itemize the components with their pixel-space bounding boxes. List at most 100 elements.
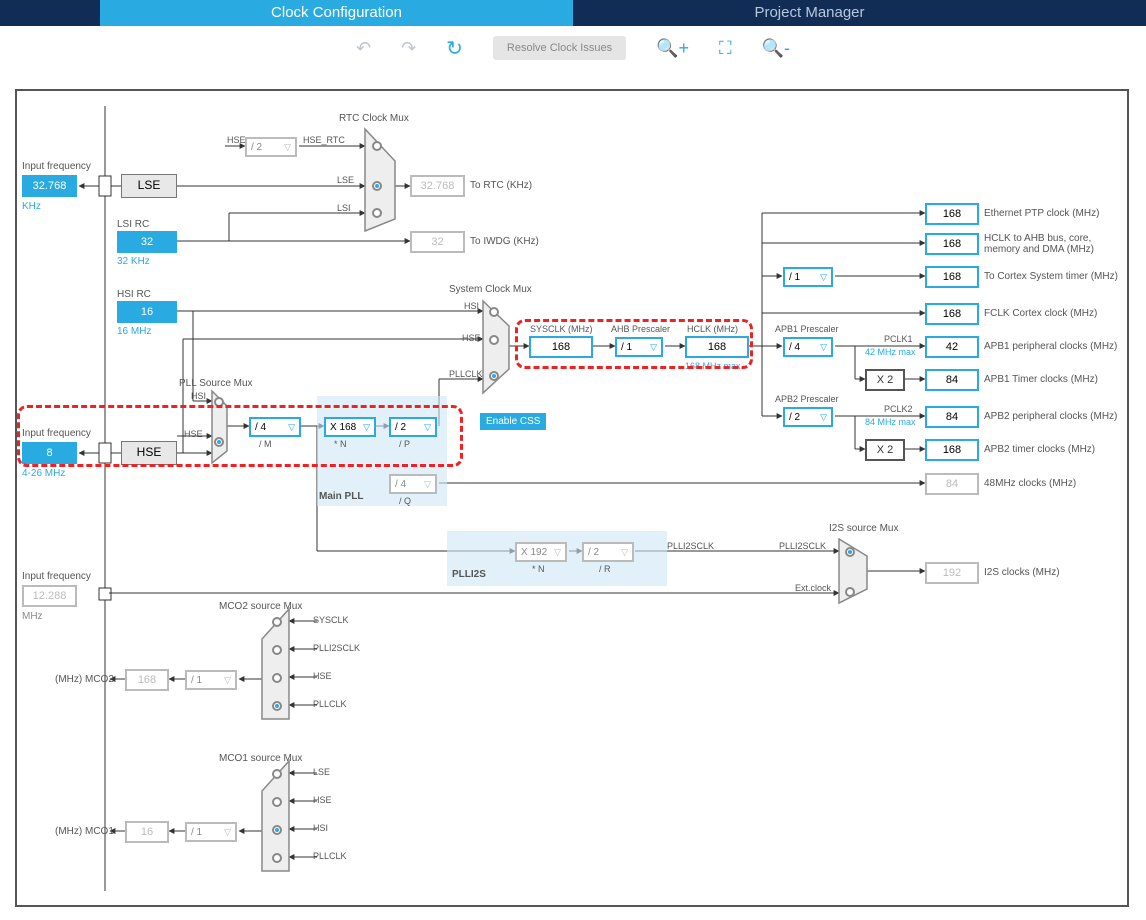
sysclk-value[interactable]: 168 — [529, 336, 593, 358]
sys-hse-radio[interactable] — [489, 335, 499, 345]
apb1-select[interactable]: / 4▽ — [783, 337, 833, 357]
mco2-plli2s-radio[interactable] — [272, 645, 282, 655]
apb2-timer-value: 168 — [925, 439, 979, 461]
main-pll-label: Main PLL — [319, 491, 363, 502]
mco2-pllclk: PLLCLK — [313, 699, 347, 709]
rtc-out-label: To RTC (KHz) — [470, 180, 532, 191]
mco2-out-value: 168 — [125, 669, 169, 691]
tab-project-manager[interactable]: Project Manager — [573, 0, 1046, 26]
mco1-out-value: 16 — [125, 821, 169, 843]
pll-q-select[interactable]: / 4▽ — [389, 474, 437, 494]
rtc-hse: HSE — [227, 135, 246, 145]
iwdg-out-label: To IWDG (KHz) — [470, 236, 539, 247]
hse-input-freq-label: Input frequency — [22, 428, 91, 439]
apb2-label: APB2 Prescaler — [775, 394, 839, 404]
fit-icon[interactable]: ⛶ — [719, 38, 732, 59]
pll-m-select[interactable]: / 4▽ — [249, 417, 301, 437]
eth-ptp-label: Ethernet PTP clock (MHz) — [984, 208, 1099, 219]
eth-ptp-value: 168 — [925, 203, 979, 225]
rtc-lsi: LSI — [337, 203, 351, 213]
apb2-timer-label: APB2 timer clocks (MHz) — [984, 444, 1095, 455]
mco1-hsi: HSI — [313, 823, 328, 833]
apb2-periph-label: APB2 peripheral clocks (MHz) — [984, 411, 1117, 422]
rtc-mux-title: RTC Clock Mux — [339, 113, 409, 124]
apb1-timer-label: APB1 Timer clocks (MHz) — [984, 374, 1098, 385]
plli2s-n-select[interactable]: X 192▽ — [515, 542, 567, 562]
mco1-lse-radio[interactable] — [272, 769, 282, 779]
pll-src-hse-radio[interactable] — [214, 437, 224, 447]
i2s-input-freq-value[interactable]: 12.288 — [22, 585, 77, 607]
i2s-mux-ext-radio[interactable] — [845, 587, 855, 597]
pclk1-max: 42 MHz max — [865, 347, 916, 357]
pll-p-select[interactable]: / 2▽ — [389, 417, 437, 437]
plli2s-r-select[interactable]: / 2▽ — [582, 542, 634, 562]
refresh-icon[interactable]: ↻ — [446, 36, 463, 61]
hse-input-freq-value[interactable]: 8 — [22, 442, 77, 464]
ahb-select[interactable]: / 1▽ — [615, 337, 663, 357]
redo-icon[interactable]: ↷ — [401, 38, 416, 59]
zoom-in-icon[interactable]: 🔍+ — [656, 38, 689, 59]
apb2-select[interactable]: / 2▽ — [783, 407, 833, 427]
cortex-label: To Cortex System timer (MHz) — [984, 271, 1118, 282]
hsi-rc-label: HSI RC — [117, 289, 151, 300]
apb1-label: APB1 Prescaler — [775, 324, 839, 334]
i2s-out-value: 192 — [925, 562, 979, 584]
apb1-periph-label: APB1 peripheral clocks (MHz) — [984, 341, 1117, 352]
toolbar: ↶ ↷ ↻ Resolve Clock Issues 🔍+ ⛶ 🔍- — [0, 26, 1146, 70]
sys-hsi: HSI — [464, 301, 479, 311]
mco2-hse: HSE — [313, 671, 332, 681]
pclk2-max: 84 MHz max — [865, 417, 916, 427]
zoom-out-icon[interactable]: 🔍- — [762, 38, 790, 59]
mco2-pllclk-radio[interactable] — [272, 701, 282, 711]
i2s-input-freq-label: Input frequency — [22, 571, 91, 582]
mco1-div-select[interactable]: / 1▽ — [185, 822, 237, 842]
mco1-hse-radio[interactable] — [272, 797, 282, 807]
hsi-val: 16 — [117, 301, 177, 323]
hclk-value[interactable]: 168 — [685, 336, 749, 358]
mco2-sysclk-radio[interactable] — [272, 617, 282, 627]
rtc-mux-hse-radio[interactable] — [372, 141, 382, 151]
cortex-div-select[interactable]: / 1▽ — [783, 267, 833, 287]
pll-hsi: HSI — [191, 391, 206, 401]
pll-q-label: / Q — [399, 496, 411, 506]
rtc-hse-rtc: HSE_RTC — [303, 135, 345, 145]
hclk-bus-value: 168 — [925, 233, 979, 255]
mco1-pllclk-radio[interactable] — [272, 853, 282, 863]
sys-pllclk-radio[interactable] — [489, 371, 499, 381]
pll-p-label: / P — [399, 439, 410, 449]
i2s-out-label: I2S clocks (MHz) — [984, 567, 1060, 578]
pll-srcmux-title: PLL Source Mux — [179, 378, 253, 389]
rtc-mux-lse-radio[interactable] — [372, 181, 382, 191]
lse-unit: KHz — [22, 201, 41, 212]
cortex-value: 168 — [925, 266, 979, 288]
rtc-out-value: 32.768 — [410, 175, 465, 197]
apb1-timer-value: 84 — [925, 369, 979, 391]
clock-diagram-canvas[interactable]: Input frequency 32.768 KHz LSE LSI RC 32… — [15, 89, 1129, 907]
mhz48-label: 48MHz clocks (MHz) — [984, 478, 1076, 489]
plli2s-n-label: * N — [532, 564, 545, 574]
pclk2-label: PCLK2 — [884, 404, 913, 414]
rtc-mux-lsi-radio[interactable] — [372, 208, 382, 218]
lse-input-freq-value[interactable]: 32.768 — [22, 175, 77, 197]
mco1-hsi-radio[interactable] — [272, 825, 282, 835]
apb2-x2: X 2 — [865, 439, 905, 461]
mco2-div-select[interactable]: / 1▽ — [185, 670, 237, 690]
rtc-div2-select[interactable]: / 2▽ — [245, 137, 297, 157]
lse-input-freq-label: Input frequency — [22, 161, 91, 172]
tab-clock-config[interactable]: Clock Configuration — [100, 0, 573, 26]
enable-css-button[interactable]: Enable CSS — [480, 413, 546, 430]
sys-hsi-radio[interactable] — [489, 307, 499, 317]
pll-src-hsi-radio[interactable] — [214, 397, 224, 407]
pclk1-label: PCLK1 — [884, 334, 913, 344]
hse-block: HSE — [121, 441, 177, 465]
undo-icon[interactable]: ↶ — [356, 38, 371, 59]
resolve-clock-issues-button[interactable]: Resolve Clock Issues — [493, 36, 626, 60]
pll-m-label: / M — [259, 439, 272, 449]
sys-mux-title: System Clock Mux — [449, 284, 532, 295]
plli2s-title: PLLI2S — [452, 569, 486, 580]
lse-block: LSE — [121, 174, 177, 198]
mco2-hse-radio[interactable] — [272, 673, 282, 683]
pll-n-select[interactable]: X 168▽ — [324, 417, 376, 437]
hclk-bus-label: HCLK to AHB bus, core, memory and DMA (M… — [984, 233, 1122, 255]
i2s-mux-plli2s-radio[interactable] — [845, 547, 855, 557]
